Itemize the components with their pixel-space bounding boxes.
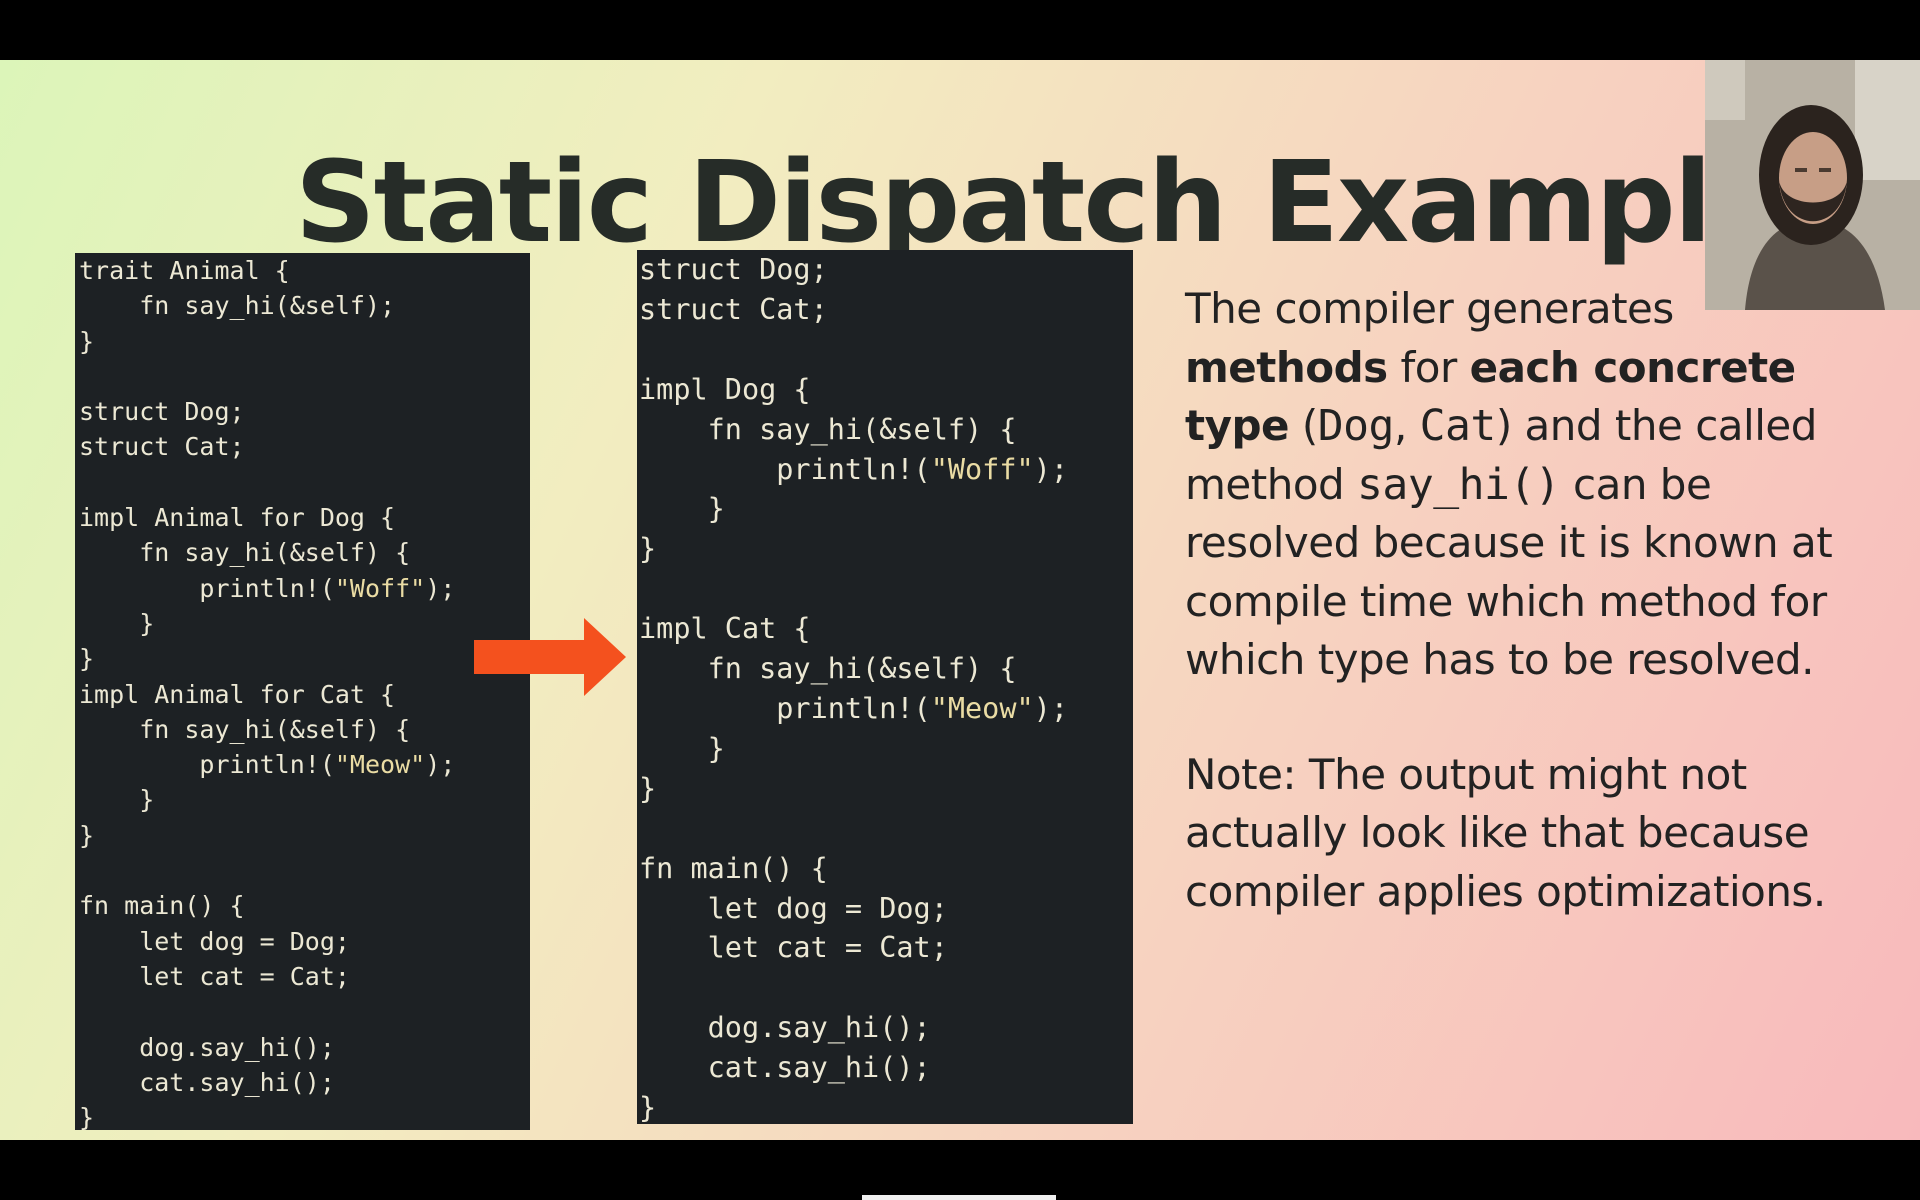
code-line: } (79, 820, 95, 850)
note-paragraph: Note: The output might not actually look… (1185, 749, 1826, 916)
code-line: } (639, 771, 657, 805)
code-line: dog.say_hi(); (639, 1011, 931, 1045)
code-line: cat.say_hi(); (79, 1067, 335, 1097)
code-line: fn say_hi(&self) { (639, 412, 1017, 446)
explanation-text: The compiler generates methods for each … (1185, 280, 1875, 921)
code-line: fn say_hi(&self) { (639, 652, 1017, 686)
code-line: struct Dog; (79, 397, 245, 427)
code-line: impl Animal for Dog { (79, 503, 396, 533)
code-line: dog.say_hi(); (79, 1032, 335, 1062)
code-line: impl Animal for Cat { (79, 679, 396, 709)
code-line: fn say_hi(&self) { (79, 714, 411, 744)
code-dog: Dog (1317, 401, 1395, 451)
code-line: let dog = Dog; (639, 891, 948, 925)
code-line: println!("Woff"); (79, 573, 456, 603)
code-line: fn main() { (79, 891, 245, 921)
code-line: println!("Meow"); (639, 691, 1068, 725)
generated-code-block: struct Dog; struct Cat; impl Dog { fn say… (637, 250, 1133, 1124)
code-say-hi: say_hi() (1357, 459, 1561, 510)
code-line: fn say_hi(&self); (79, 291, 396, 321)
trait-code-block: trait Animal { fn say_hi(&self);} struct… (75, 253, 530, 1130)
code-line: impl Dog { (639, 372, 811, 406)
code-cat: Cat (1419, 401, 1497, 451)
code-line: } (79, 785, 155, 815)
code-line: cat.say_hi(); (639, 1051, 931, 1085)
slide: Static Dispatch Example trait Animal { f… (0, 60, 1920, 1140)
code-line: } (79, 326, 95, 356)
code-line: trait Animal { (79, 256, 290, 285)
presenter-video-image (1705, 60, 1920, 310)
code-line: } (639, 731, 725, 765)
code-line: let cat = Cat; (639, 931, 948, 965)
code-line: println!("Meow"); (79, 750, 456, 780)
code-line: struct Cat; (639, 292, 828, 326)
code-line: } (639, 532, 657, 566)
code-line: let dog = Dog; (79, 926, 350, 956)
slide-title: Static Dispatch Example (295, 138, 1786, 268)
explanation-paragraph: The compiler generates methods for each … (1185, 284, 1833, 684)
code-line: struct Cat; (79, 432, 245, 462)
code-line: impl Cat { (639, 612, 811, 646)
video-progress-bar[interactable] (862, 1195, 1056, 1200)
code-line: fn main() { (639, 851, 828, 885)
code-line: struct Dog; (639, 253, 828, 286)
code-line: let cat = Cat; (79, 961, 350, 991)
presenter-webcam (1705, 60, 1920, 310)
code-line: } (79, 644, 95, 674)
code-line: } (79, 1103, 95, 1130)
bold-methods: methods (1185, 342, 1388, 392)
code-line: fn say_hi(&self) { (79, 538, 411, 568)
code-line: } (639, 1091, 657, 1124)
code-line: println!("Woff"); (639, 452, 1068, 486)
right-arrow-icon (474, 618, 626, 696)
code-line: } (79, 608, 155, 638)
code-line: } (639, 492, 725, 526)
